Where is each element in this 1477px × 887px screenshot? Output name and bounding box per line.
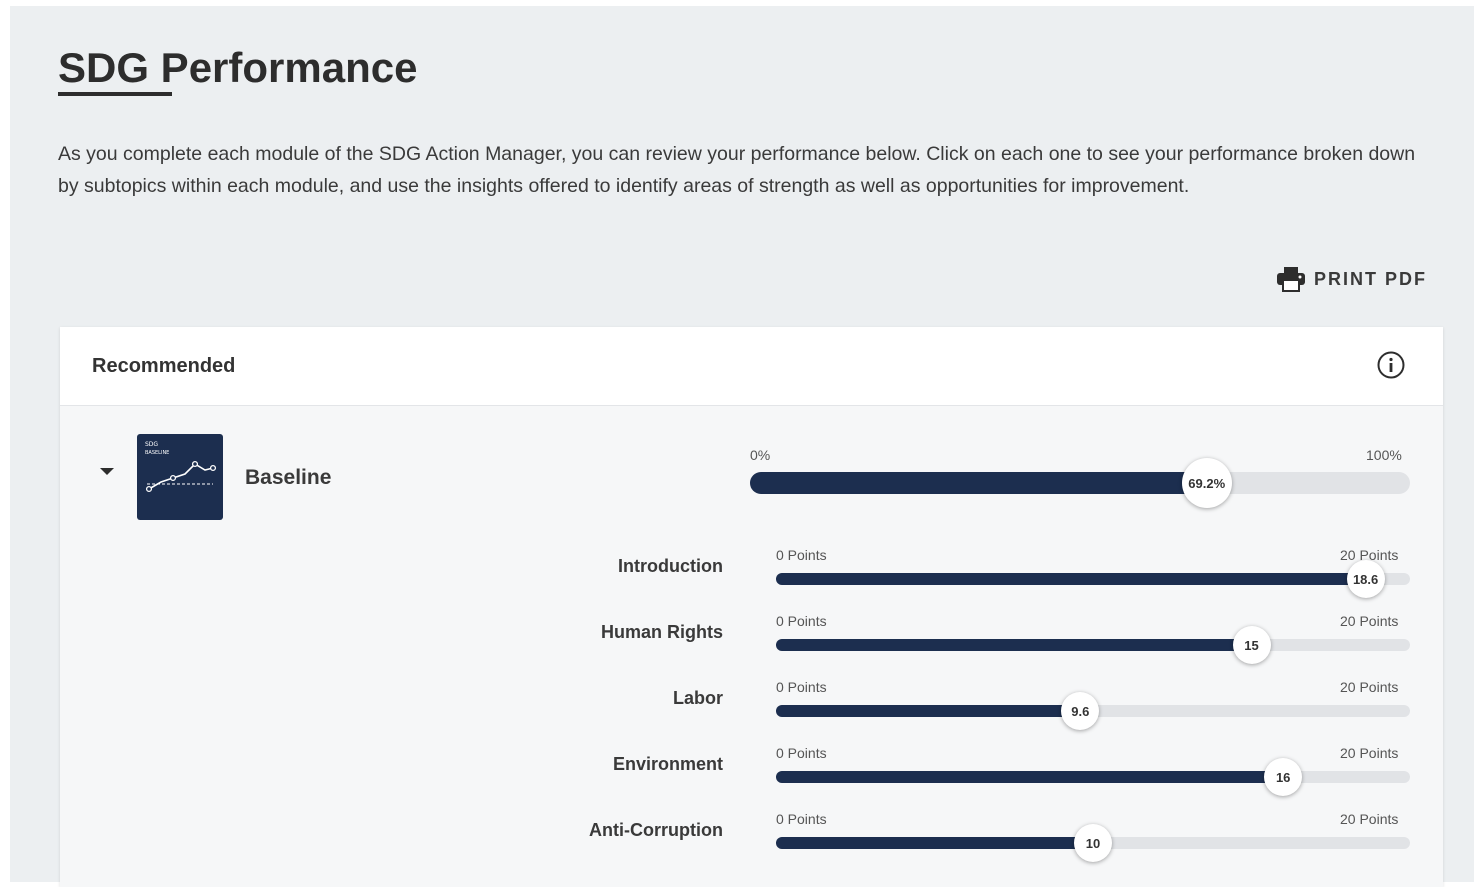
baseline-thumbnail: SDG BASELINE (137, 434, 223, 520)
subtopic-label: Anti-Corruption (589, 820, 723, 840)
info-icon[interactable] (1376, 350, 1406, 385)
thumb-text-2: BASELINE (145, 450, 169, 456)
module-progress-fill (750, 472, 1207, 494)
subtopic-label: Labor (672, 688, 723, 708)
subtopic-min-label: 0 Points (776, 547, 827, 563)
subtopic-progress-fill (776, 705, 1081, 717)
subtopic-progress-fill (776, 771, 1284, 783)
module-progress-knob[interactable]: 69.2% (1181, 458, 1232, 508)
card-title: Recommended (92, 355, 236, 377)
subtopic-progress-bar: 18.6 (776, 560, 1410, 598)
card-header: Recommended (60, 327, 1443, 406)
subtopic-progress-knob[interactable]: 15 (1232, 626, 1271, 664)
module-progress-bar: 69.2% (750, 458, 1410, 508)
subtopic-progress-fill (776, 837, 1093, 849)
module-max-label: 100% (1366, 447, 1402, 463)
module-name[interactable]: Baseline (245, 466, 331, 490)
subtopic-progress-bar: 10 (776, 824, 1410, 862)
subtopic-min-label: 0 Points (776, 811, 827, 827)
subtopic-max-label: 20 Points (1340, 745, 1399, 761)
printer-icon (1276, 266, 1306, 292)
subtopic-max-label: 20 Points (1340, 679, 1399, 695)
subtopic-progress-knob[interactable]: 9.6 (1061, 692, 1100, 730)
print-pdf-label: PRINT PDF (1314, 268, 1428, 289)
intro-text: As you complete each module of the SDG A… (58, 143, 1416, 197)
subtopic-label: Environment (612, 754, 723, 774)
subtopic-max-label: 20 Points (1340, 811, 1399, 827)
thumb-text-1: SDG (145, 441, 158, 448)
page: SDG Performance As you complete each mod… (10, 6, 1474, 887)
page-title: SDG Performance (58, 44, 418, 91)
subtopic-progress-bar: 15 (776, 626, 1410, 664)
caret-down-icon[interactable] (100, 468, 114, 475)
subtopic-progress-knob[interactable]: 10 (1074, 824, 1112, 862)
subtopic-min-label: 0 Points (776, 613, 827, 629)
print-pdf-button[interactable]: PRINT PDF (1276, 264, 1427, 294)
subtopic-progress-fill (776, 573, 1366, 585)
subtopic-label: Introduction (618, 556, 723, 576)
subtopic-progress-knob[interactable]: 16 (1264, 758, 1303, 796)
module-min-label: 0% (750, 447, 771, 463)
subtopic-min-label: 0 Points (776, 745, 827, 761)
subtopic-progress-fill (776, 639, 1252, 651)
subtopic-min-label: 0 Points (776, 679, 827, 695)
recommended-card: Recommended SDG BASELINE Baseline 0% 100… (60, 327, 1443, 887)
subtopic-progress-knob[interactable]: 18.6 (1346, 560, 1385, 598)
subtopic-label: Human Rights (600, 622, 723, 642)
subtopic-progress-bar: 16 (776, 758, 1410, 796)
title-underline (58, 92, 172, 96)
subtopic-progress-bar: 9.6 (776, 692, 1410, 730)
subtopic-max-label: 20 Points (1340, 613, 1399, 629)
